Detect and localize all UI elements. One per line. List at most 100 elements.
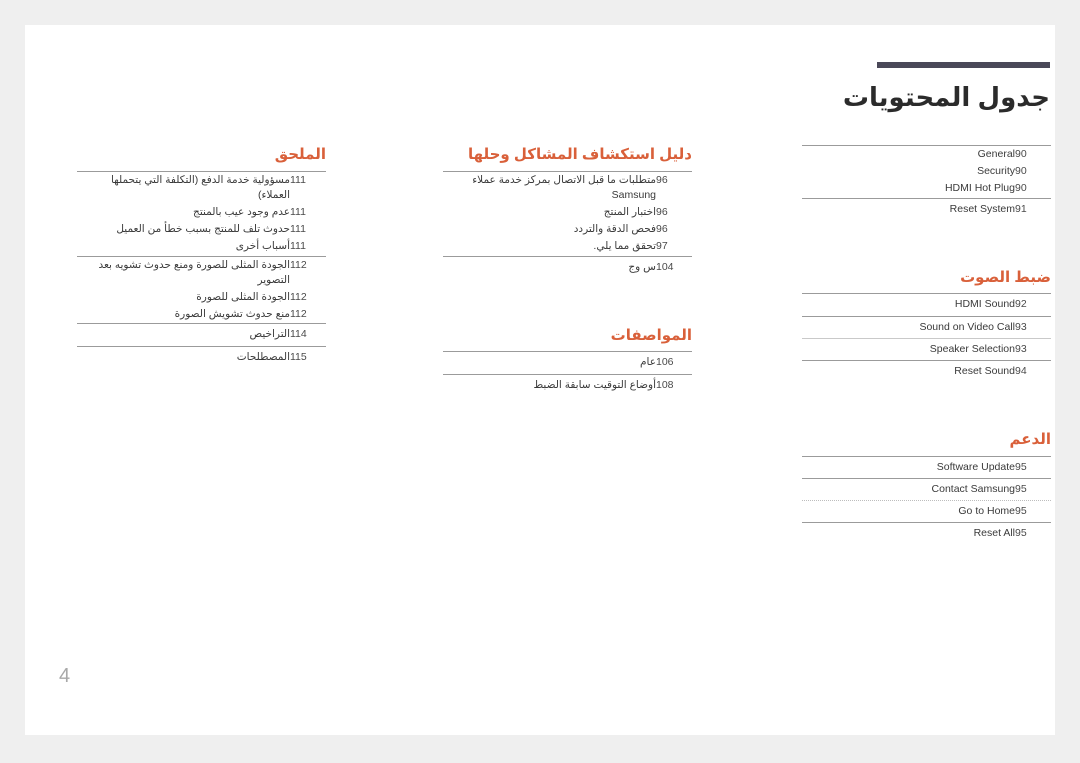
toc-group: الجودة المثلى للصورة ومنع حدوث تشويه بعد… [77, 255, 326, 324]
toc-entry-title: الجودة المثلى للصورة [196, 291, 290, 304]
toc-entry[interactable]: Reset System 91 [802, 199, 1051, 220]
toc-entry[interactable]: Reset Sound 94 [802, 361, 1051, 382]
toc-entry[interactable]: اختبار المنتج 96 [443, 204, 692, 221]
toc-entry-title: Reset Sound [954, 365, 1015, 378]
toc-entry-page: 95 [1015, 460, 1027, 473]
toc-entry[interactable]: س وج 104 [443, 257, 692, 278]
toc-group: Reset System 91 [802, 197, 1051, 220]
toc-entry-page: 111 [290, 173, 306, 186]
toc-group: مسؤولية خدمة الدفع (التكلفة التي يتحملها… [77, 170, 326, 256]
toc-entry[interactable]: التراخيص 114 [77, 324, 326, 345]
toc-entry[interactable]: أسباب أخرى 111 [77, 238, 326, 255]
section-heading-المواصفات: المواصفات [610, 326, 692, 344]
toc-group: General 90 Security 90 HDMI Hot Plug 90 [802, 145, 1051, 198]
toc-group: Sound on Video Call 93 [802, 315, 1051, 338]
toc-entry-page: 111 [290, 223, 306, 236]
toc-entry-title: س وج [628, 260, 656, 273]
toc-entry-title: أوضاع التوقيت سابقة الضبط [533, 378, 656, 391]
toc-entry[interactable]: Go to Home 95 [802, 501, 1051, 522]
toc-column-left: الملحق مسؤولية خدمة الدفع (التكلفة التي ي… [77, 145, 326, 368]
toc-entry-page: 96 [656, 223, 668, 236]
toc-group: HDMI Sound 92 [802, 293, 1051, 315]
toc-entry[interactable]: عدم وجود عيب بالمنتج 111 [77, 204, 326, 221]
section-heading-الملحق: الملحق [274, 146, 326, 163]
toc-group: Software Update 95 [802, 455, 1051, 478]
toc-section: General 90 Security 90 HDMI Hot Plug 90 Reset … [802, 145, 1051, 220]
toc-group: التراخيص 114 [77, 323, 326, 345]
toc-entry[interactable]: أوضاع التوقيت سابقة الضبط 108 [443, 375, 692, 396]
toc-section: الملحق مسؤولية خدمة الدفع (التكلفة التي ي… [77, 145, 326, 368]
toc-entry-title: تحقق مما يلي. [593, 240, 656, 253]
toc-entry-page: 112 [290, 308, 307, 321]
toc-entry[interactable]: Sound on Video Call 93 [802, 317, 1051, 338]
toc-entry[interactable]: HDMI Hot Plug 90 [802, 180, 1051, 197]
toc-entry[interactable]: فحص الدقة والتردد 96 [443, 221, 692, 238]
toc-entry-page: 95 [1015, 482, 1027, 495]
toc-entry[interactable]: Speaker Selection 93 [802, 339, 1051, 360]
toc-entry[interactable]: حدوث تلف للمنتج بسبب خطأ من العميل 111 [77, 221, 326, 238]
toc-column-middle: دليل استكشاف المشاكل وحلها متطلبات ما قبل… [443, 145, 692, 396]
toc-entry[interactable]: المصطلحات 115 [77, 347, 326, 368]
toc-entry[interactable]: منع حدوث تشويش الصورة 112 [77, 306, 326, 323]
page-header: جدول المحتويات [350, 62, 1050, 113]
toc-entry[interactable]: الجودة المثلى للصورة ومنع حدوث تشويه بعد… [77, 257, 326, 289]
toc-entry-page: 112 [290, 291, 307, 304]
toc-entry[interactable]: Software Update 95 [802, 457, 1051, 478]
toc-entry[interactable]: الجودة المثلى للصورة 112 [77, 289, 326, 306]
section-heading-دليل-استكشاف-المشاكل-وحلها: دليل استكشاف المشاكل وحلها [467, 146, 692, 163]
toc-entry-title: مسؤولية خدمة الدفع (التكلفة التي يتحملها… [110, 173, 290, 201]
toc-entry-page: 95 [1015, 505, 1027, 518]
toc-entry[interactable]: عام 106 [443, 352, 692, 373]
toc-entry-page: 96 [656, 173, 668, 186]
toc-group: Reset Sound 94 [802, 360, 1051, 382]
toc-entry[interactable]: General 90 [802, 146, 1051, 163]
toc-entry-page: 106 [656, 356, 674, 369]
toc-entry-page: 111 [290, 205, 306, 218]
toc-entry-page: 93 [1015, 320, 1027, 333]
toc-entry-title: فحص الدقة والتردد [573, 223, 656, 236]
toc-entry-title: Software Update [936, 460, 1015, 473]
toc-entry-title: HDMI Sound [954, 298, 1015, 311]
toc-entry-page: 96 [656, 205, 668, 218]
toc-section: ضبط الصوت HDMI Sound 92 Sound on Video Call… [802, 268, 1051, 382]
toc-entry[interactable]: HDMI Sound 92 [802, 294, 1051, 315]
toc-entry-title: الجودة المثلى للصورة ومنع حدوث تشويه بعد… [98, 258, 290, 286]
toc-group: متطلبات ما قبل الاتصال بمركز خدمة عملاء … [443, 170, 692, 256]
toc-entry-title: General [977, 148, 1015, 160]
toc-entry-page: 108 [656, 378, 674, 391]
toc-entry-title: Reset System [949, 202, 1015, 215]
toc-entry[interactable]: Contact Samsung 95 [802, 479, 1051, 500]
toc-entry-page: 94 [1015, 365, 1027, 378]
toc-entry[interactable]: Security 90 [802, 163, 1051, 180]
toc-entry-page: 111 [290, 240, 306, 253]
toc-entry-page: 91 [1015, 202, 1027, 215]
toc-group: س وج 104 [443, 255, 692, 278]
toc-column-right: General 90 Security 90 HDMI Hot Plug 90 Reset … [802, 145, 1051, 545]
toc-group: أوضاع التوقيت سابقة الضبط 108 [443, 373, 692, 396]
toc-entry-title: Reset All [973, 527, 1015, 540]
document-page: جدول المحتويات General 90 Security 90 HDMI H… [25, 25, 1055, 735]
toc-entry[interactable]: متطلبات ما قبل الاتصال بمركز خدمة عملاء … [443, 172, 692, 204]
toc-entry-title: أسباب أخرى [235, 240, 290, 253]
toc-group: Contact Samsung 95 [802, 477, 1051, 500]
toc-entry-title: التراخيص [249, 328, 290, 341]
toc-group: Speaker Selection 93 [802, 337, 1051, 360]
toc-section: المواصفات عام 106 أوضاع التوقيت سابقة الضبط… [443, 326, 692, 396]
toc-section: دليل استكشاف المشاكل وحلها متطلبات ما قبل… [443, 145, 692, 278]
toc-entry-page: 95 [1015, 527, 1027, 540]
toc-entry-page: 93 [1015, 342, 1027, 355]
toc-entry-page: 97 [656, 240, 668, 253]
toc-group: المصطلحات 115 [77, 345, 326, 368]
toc-entry-title: عدم وجود عيب بالمنتج [193, 205, 290, 218]
table-of-contents: General 90 Security 90 HDMI Hot Plug 90 Reset … [25, 145, 1055, 685]
toc-entry[interactable]: Reset All 95 [802, 523, 1051, 544]
section-heading-ضبط-الصوت: ضبط الصوت [960, 268, 1051, 286]
toc-entry-title: Speaker Selection [929, 342, 1015, 355]
toc-group: Reset All 95 [802, 522, 1051, 544]
toc-entry[interactable]: تحقق مما يلي. 97 [443, 238, 692, 255]
toc-section: الدعم Software Update 95 Contact Samsung 95 G… [802, 430, 1051, 544]
toc-entry[interactable]: مسؤولية خدمة الدفع (التكلفة التي يتحملها… [77, 172, 326, 204]
toc-entry-title: المصطلحات [236, 350, 290, 363]
toc-entry-title: عام [640, 356, 656, 369]
